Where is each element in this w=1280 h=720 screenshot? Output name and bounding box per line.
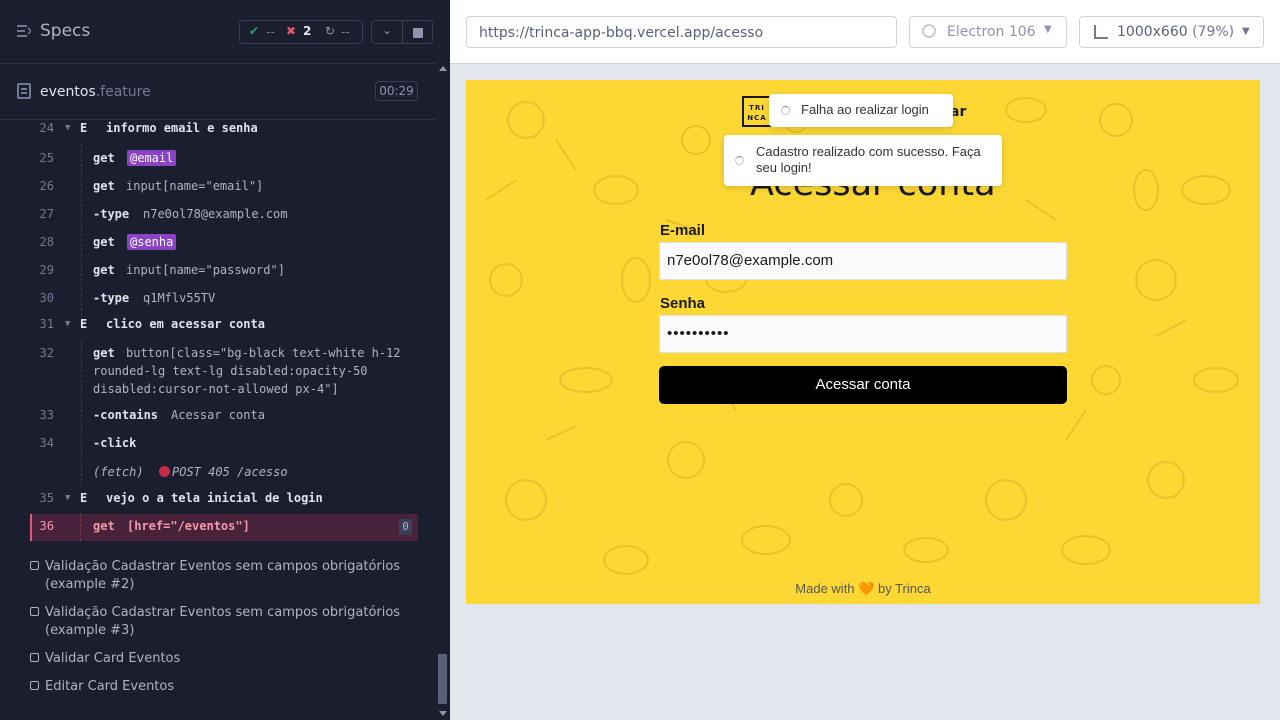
command-row[interactable]: 28 get @senha bbox=[30, 232, 418, 254]
spec-file-name[interactable]: eventos.feature bbox=[40, 84, 151, 100]
loading-spinner-icon bbox=[735, 156, 744, 165]
specs-list-icon[interactable] bbox=[17, 25, 31, 37]
document-icon bbox=[17, 83, 31, 99]
loading-spinner-icon bbox=[781, 106, 790, 115]
stop-icon bbox=[413, 28, 423, 38]
test-stats: ✔ -- ✖ 2 ↻ -- bbox=[239, 20, 363, 44]
command-row[interactable]: 25 get @email bbox=[30, 148, 418, 170]
test-item[interactable]: Validação Cadastrar Eventos sem campos o… bbox=[30, 604, 420, 642]
alias-badge: @senha bbox=[127, 234, 177, 250]
command-row[interactable]: 34 -click bbox=[30, 434, 418, 456]
chevron-down-icon: ▼ bbox=[1044, 24, 1052, 35]
test-item[interactable]: Validação Cadastrar Eventos sem campos o… bbox=[30, 558, 420, 596]
pending-spinner-icon: ↻ bbox=[325, 24, 336, 38]
chevron-down-icon: ▼ bbox=[65, 319, 71, 329]
password-label: Senha bbox=[660, 295, 706, 312]
test-item[interactable]: Editar Card Eventos bbox=[30, 678, 420, 698]
trinca-logo: TRI NCA bbox=[742, 96, 772, 127]
command-row[interactable]: 33 -contains Acessar conta bbox=[30, 406, 418, 428]
email-field[interactable]: n7e0ol78@example.com bbox=[659, 242, 1067, 280]
spec-file-header: eventos.feature 00:29 bbox=[0, 65, 436, 120]
chevron-down-icon: ⌄ bbox=[382, 23, 393, 37]
options-dropdown-button[interactable]: ⌄ bbox=[371, 20, 403, 44]
command-log: 24 ▼ E informo email e senha 25 get @ema… bbox=[0, 120, 436, 710]
scroll-down-arrow-icon[interactable] bbox=[439, 711, 447, 716]
reporter-panel: Specs ✔ -- ✖ 2 ↻ -- ⌄ eventos.feature 00… bbox=[0, 0, 450, 720]
viewport-ruler-icon bbox=[1094, 25, 1108, 39]
specs-title[interactable]: Specs bbox=[40, 21, 90, 41]
chevron-down-icon: ▼ bbox=[65, 493, 71, 503]
command-row[interactable]: 29 get input[name="password"] bbox=[30, 260, 418, 282]
fetch-row[interactable]: (fetch) POST 405 /acesso bbox=[30, 462, 418, 484]
pending-count: -- bbox=[341, 25, 350, 39]
viewport-selector[interactable]: 1000x660 (79%) ▼ bbox=[1079, 16, 1264, 48]
step-row[interactable]: 35 ▼ E vejo o a tela inicial de login bbox=[30, 490, 418, 506]
app-preview: TRINCA ar Acessar conta Falha ao realiza… bbox=[466, 80, 1260, 604]
reporter-header: Specs ✔ -- ✖ 2 ↻ -- ⌄ bbox=[0, 0, 436, 64]
alias-badge: @email bbox=[127, 150, 177, 166]
command-log-scrollbar[interactable] bbox=[436, 64, 450, 720]
aut-header: https://trinca-app-bbq.vercel.app/acesso… bbox=[450, 0, 1280, 64]
test-status-icon bbox=[30, 607, 39, 616]
success-toast[interactable]: Cadastro realizado com sucesso. Faça seu… bbox=[724, 135, 1002, 186]
failed-command-row[interactable]: 36 get [href="/eventos"] 0 bbox=[30, 514, 418, 541]
step-row[interactable]: 31 ▼ E clico em acessar conta bbox=[30, 316, 418, 332]
error-dot-icon bbox=[159, 466, 170, 477]
x-icon: ✖ bbox=[286, 24, 297, 38]
stop-button[interactable] bbox=[403, 20, 433, 44]
footer-credit: Made with 🧡 by Trinca bbox=[795, 581, 931, 596]
command-row[interactable]: 32 get button[class="bg-black text-white… bbox=[30, 344, 418, 400]
failed-count: 2 bbox=[303, 24, 312, 38]
test-status-icon bbox=[30, 653, 39, 662]
login-button[interactable]: Acessar conta bbox=[659, 366, 1067, 404]
browser-selector[interactable]: Electron 106 ▼ bbox=[909, 16, 1067, 48]
scroll-up-arrow-icon[interactable] bbox=[439, 66, 447, 71]
spec-duration: 00:29 bbox=[375, 81, 418, 101]
error-toast[interactable]: Falha ao realizar login bbox=[769, 94, 953, 127]
command-row[interactable]: 27 -type n7e0ol78@example.com bbox=[30, 204, 418, 226]
test-status-icon bbox=[30, 681, 39, 690]
chevron-down-icon: ▼ bbox=[65, 123, 71, 133]
test-item[interactable]: Validar Card Eventos bbox=[30, 650, 420, 670]
scrollbar-thumb[interactable] bbox=[438, 654, 447, 704]
element-count-badge: 0 bbox=[399, 519, 412, 535]
check-icon: ✔ bbox=[249, 24, 260, 38]
command-row[interactable]: 26 get input[name="email"] bbox=[30, 176, 418, 198]
heart-icon: 🧡 bbox=[858, 581, 875, 596]
command-row[interactable]: 30 -type q1Mflv55TV bbox=[30, 288, 418, 310]
chevron-down-icon: ▼ bbox=[1242, 26, 1250, 37]
passed-count: -- bbox=[266, 25, 275, 39]
test-status-icon bbox=[30, 561, 39, 570]
electron-icon bbox=[922, 24, 936, 38]
url-bar[interactable]: https://trinca-app-bbq.vercel.app/acesso bbox=[466, 16, 897, 48]
email-label: E-mail bbox=[660, 222, 706, 239]
step-row[interactable]: 24 ▼ E informo email e senha bbox=[30, 120, 418, 136]
password-field[interactable]: •••••••••• bbox=[659, 315, 1067, 353]
